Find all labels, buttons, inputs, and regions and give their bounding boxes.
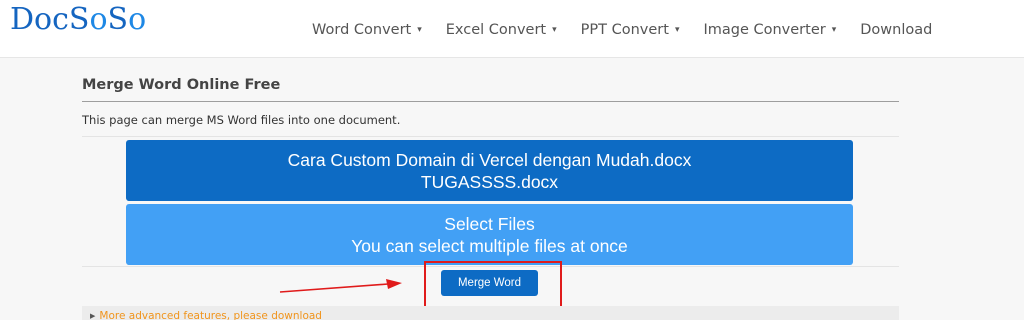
annotation-arrow-line xyxy=(279,283,389,293)
caret-right-icon: ▶ xyxy=(90,312,96,320)
advanced-features-label: More advanced features, please download xyxy=(99,310,322,320)
annotation-arrow-head xyxy=(386,279,402,289)
merge-word-button[interactable]: Merge Word xyxy=(441,270,538,296)
advanced-features-link[interactable]: ▶ More advanced features, please download xyxy=(90,310,322,320)
